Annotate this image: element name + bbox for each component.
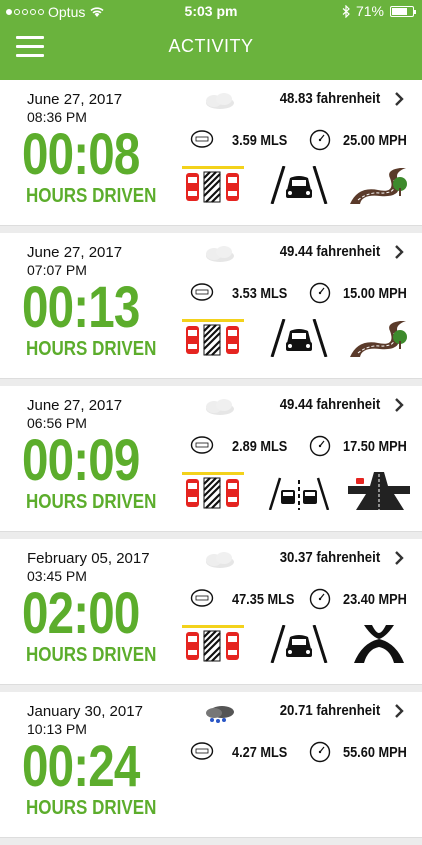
odometer-icon bbox=[190, 283, 214, 301]
odometer-icon bbox=[190, 436, 214, 454]
winding-road-icon bbox=[348, 319, 410, 357]
winding-road-icon bbox=[348, 166, 410, 204]
speedometer-icon bbox=[309, 435, 331, 457]
duration-label: HOURS DRIVEN bbox=[26, 644, 157, 666]
status-bar: Optus 5:03 pm 71% bbox=[0, 0, 422, 24]
trip-date: June 27, 2017 bbox=[27, 91, 123, 108]
trip-date: June 27, 2017 bbox=[27, 244, 123, 261]
odometer-icon bbox=[190, 130, 214, 148]
lane-icon bbox=[268, 318, 330, 358]
chevron-right-icon[interactable] bbox=[392, 243, 406, 261]
chevron-right-icon[interactable] bbox=[392, 702, 406, 720]
trip-distance: 47.35 MLS bbox=[232, 591, 295, 608]
speedometer-icon bbox=[309, 282, 331, 304]
weather-cloudy-icon bbox=[200, 244, 238, 264]
trip-temperature: 20.71 fahrenheit bbox=[279, 702, 380, 719]
chevron-right-icon[interactable] bbox=[392, 549, 406, 567]
speedometer-icon bbox=[309, 741, 331, 763]
lane-icon bbox=[268, 165, 330, 205]
odometer-icon bbox=[190, 589, 214, 607]
battery-icon bbox=[390, 5, 416, 17]
weather-rain-icon bbox=[200, 703, 238, 723]
trip-speed: 15.00 MPH bbox=[343, 285, 407, 302]
duration-label: HOURS DRIVEN bbox=[26, 491, 157, 513]
weather-cloudy-icon bbox=[200, 397, 238, 417]
speedometer-icon bbox=[309, 588, 331, 610]
header: Optus 5:03 pm 71% ACTIVITY bbox=[0, 0, 422, 80]
trip-duration: 00:09 bbox=[22, 428, 140, 493]
overtake-icon bbox=[268, 472, 330, 511]
trip-duration: 00:24 bbox=[22, 734, 140, 799]
trip-card[interactable]: June 27, 2017 08:36 PM 00:08 HOURS DRIVEN 48… bbox=[0, 80, 422, 226]
chevron-right-icon[interactable] bbox=[392, 90, 406, 108]
trip-speed: 25.00 MPH bbox=[343, 132, 407, 149]
trip-temperature: 30.37 fahrenheit bbox=[279, 549, 380, 566]
trip-speed: 23.40 MPH bbox=[343, 591, 407, 608]
parking-icon bbox=[182, 472, 244, 510]
trip-date: January 30, 2017 bbox=[27, 703, 143, 720]
trip-duration: 02:00 bbox=[22, 581, 140, 646]
trip-speed: 55.60 MPH bbox=[343, 744, 407, 761]
trip-temperature: 49.44 fahrenheit bbox=[279, 396, 380, 413]
trip-speed: 17.50 MPH bbox=[343, 438, 407, 455]
weather-cloudy-icon bbox=[200, 91, 238, 111]
parking-icon bbox=[182, 625, 244, 663]
parking-icon bbox=[182, 319, 244, 357]
highway-icon bbox=[348, 625, 410, 663]
trip-temperature: 49.44 fahrenheit bbox=[279, 243, 380, 260]
trip-distance: 2.89 MLS bbox=[232, 438, 288, 455]
trip-card[interactable]: June 27, 2017 07:07 PM 00:13 HOURS DRIVEN 49… bbox=[0, 233, 422, 379]
trip-date: June 27, 2017 bbox=[27, 397, 123, 414]
trip-temperature: 48.83 fahrenheit bbox=[279, 90, 380, 107]
odometer-icon bbox=[190, 742, 214, 760]
bluetooth-icon bbox=[342, 4, 350, 18]
chevron-right-icon[interactable] bbox=[392, 396, 406, 414]
lane-icon bbox=[268, 624, 330, 664]
duration-label: HOURS DRIVEN bbox=[26, 185, 157, 207]
trip-duration: 00:13 bbox=[22, 275, 140, 340]
duration-label: HOURS DRIVEN bbox=[26, 797, 157, 819]
trip-card[interactable]: February 05, 2017 03:45 PM 02:00 HOURS DRIV… bbox=[0, 539, 422, 685]
speedometer-icon bbox=[309, 129, 331, 151]
weather-cloudy-icon bbox=[200, 550, 238, 570]
parking-icon bbox=[182, 166, 244, 204]
trip-distance: 3.53 MLS bbox=[232, 285, 288, 302]
page-title: ACTIVITY bbox=[168, 36, 254, 56]
trip-date: February 05, 2017 bbox=[27, 550, 150, 567]
intersection-icon bbox=[348, 472, 410, 510]
trip-card[interactable]: June 27, 2017 06:56 PM 00:09 HOURS DRIVEN 49… bbox=[0, 386, 422, 532]
trip-duration: 00:08 bbox=[22, 122, 140, 187]
trip-distance: 3.59 MLS bbox=[232, 132, 288, 149]
activity-list: June 27, 2017 08:36 PM 00:08 HOURS DRIVEN 48… bbox=[0, 80, 422, 845]
duration-label: HOURS DRIVEN bbox=[26, 338, 157, 360]
battery-percent: 71% bbox=[355, 3, 384, 19]
trip-distance: 4.27 MLS bbox=[232, 744, 288, 761]
trip-card[interactable]: January 30, 2017 10:13 PM 00:24 HOURS DRIVE… bbox=[0, 692, 422, 838]
